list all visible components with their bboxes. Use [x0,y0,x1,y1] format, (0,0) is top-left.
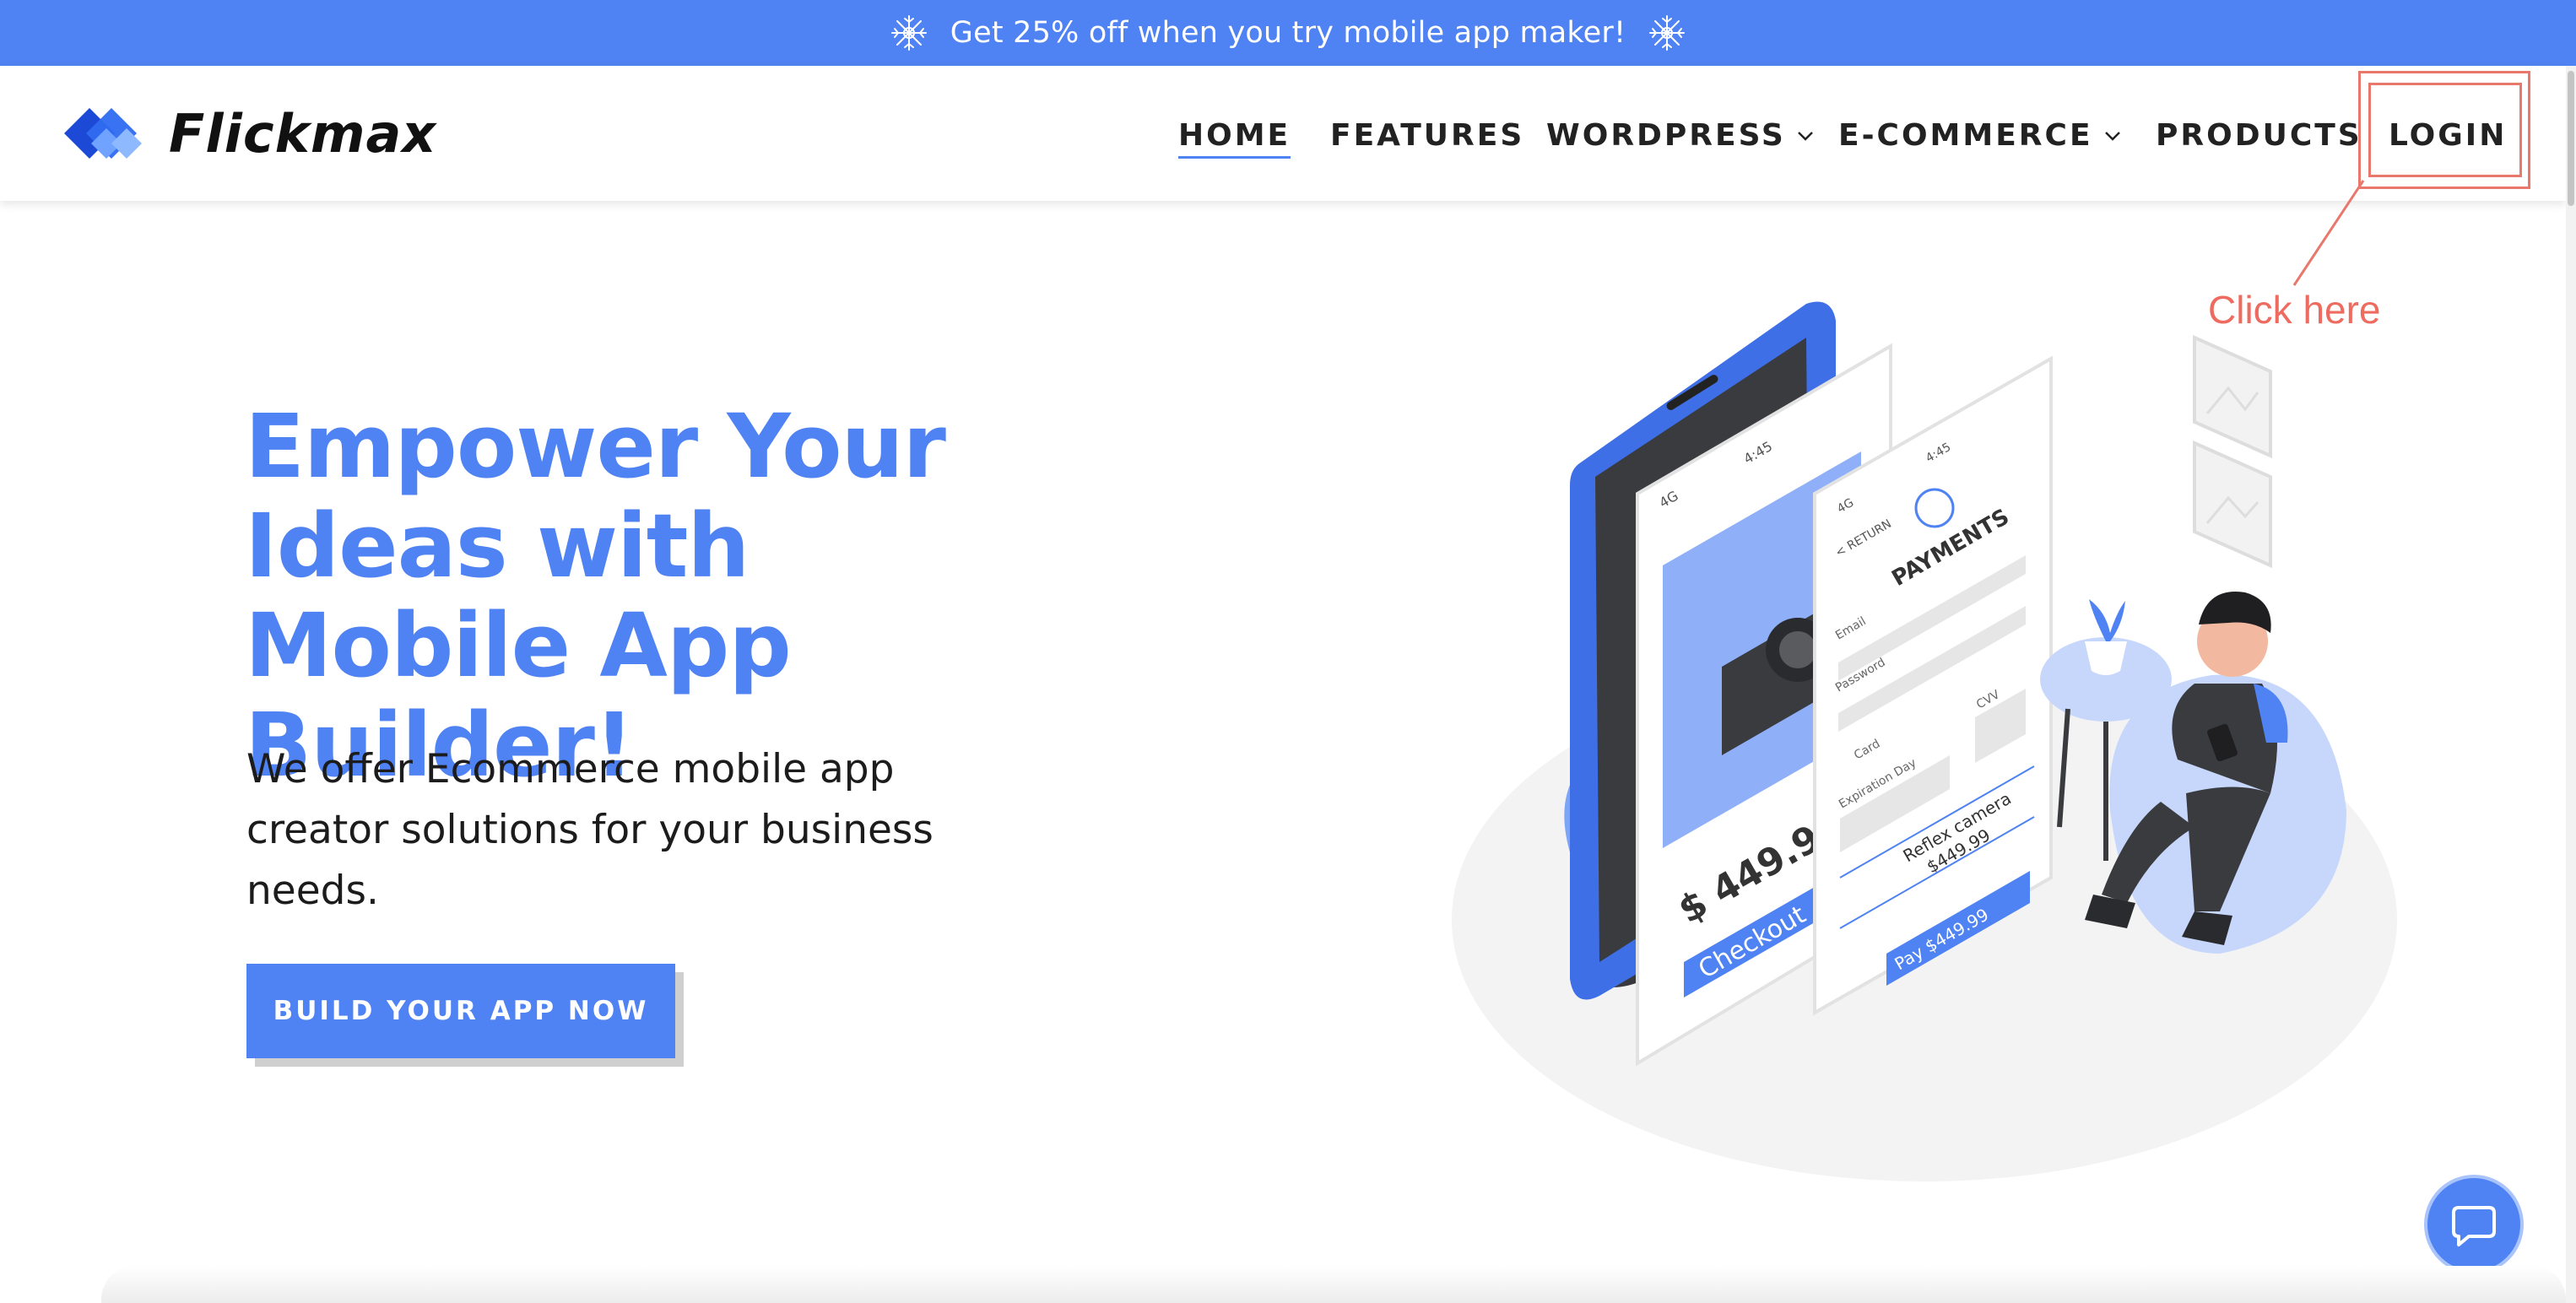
logo-text: Flickmax [169,102,437,165]
chevron-down-icon [2104,131,2120,141]
nav-products-label: PRODUCTS [2156,118,2362,153]
hero-subtitle: We offer Ecommerce mobile app creator so… [246,746,934,914]
logo-mark-icon [64,108,142,159]
chat-button[interactable] [2424,1175,2524,1274]
promo-text[interactable]: Get 25% off when you try mobile app make… [950,16,1626,50]
nav-ecommerce-label: E-COMMERCE [1838,118,2093,153]
nav-home-label: HOME [1178,118,1291,153]
scrollbar-track[interactable] [2566,66,2576,1303]
nav-features[interactable]: FEATURES [1330,118,1524,153]
scrollbar-thumb[interactable] [2568,71,2574,206]
nav-features-label: FEATURES [1330,118,1525,153]
logo[interactable]: Flickmax [61,98,436,169]
nav-home[interactable]: HOME [1178,118,1291,159]
wall-picture-icon [2193,334,2272,459]
promo-banner[interactable]: Get 25% off when you try mobile app make… [0,0,2576,66]
annotation-box-inner [2368,83,2522,177]
hero-illustration: 4G 4:45 $ 449.99 Checkout 4G 4:45 < RETU… [1452,301,2397,1181]
nav-wordpress-label: WORDPRESS [1546,118,1786,153]
wall-picture-icon [2193,440,2272,569]
chat-bubble-icon [2452,1206,2496,1246]
hero-title: Empower Your Ideas with Mobile App Build… [245,395,946,797]
build-app-button[interactable]: BUILD YOUR APP NOW [246,964,675,1058]
snowflake-icon [1649,15,1686,51]
nav-ecommerce[interactable]: E-COMMERCE [1838,118,2122,153]
nav-wordpress[interactable]: WORDPRESS [1546,118,1815,153]
snowflake-icon [890,15,927,51]
chevron-down-icon [1797,131,1813,141]
next-section-edge [101,1266,2566,1303]
nav-products[interactable]: PRODUCTS [2156,118,2362,153]
site-header: Flickmax HOME FEATURES WORDPRESS E-COMME… [0,66,2566,201]
